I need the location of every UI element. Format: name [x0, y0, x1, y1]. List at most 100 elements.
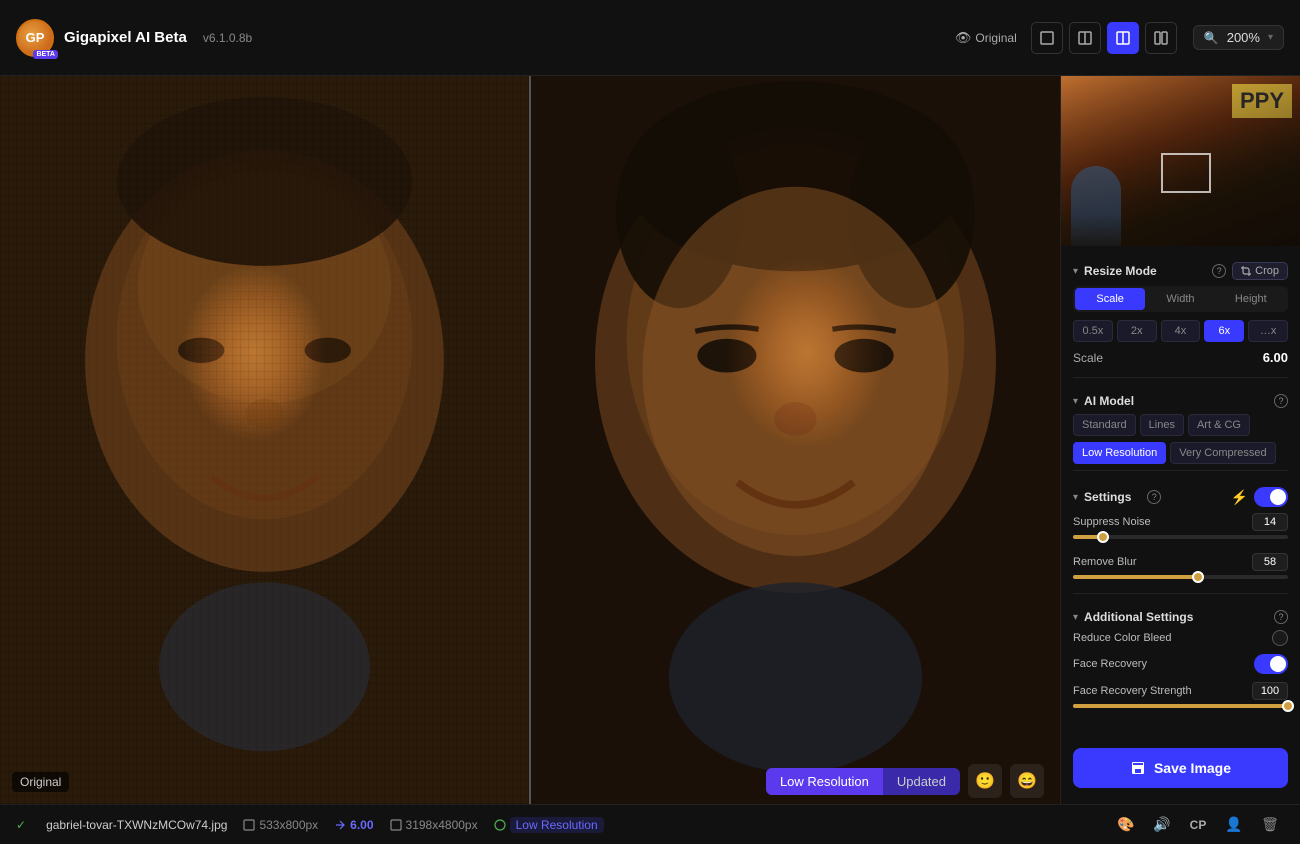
scale-info: 6.00 [334, 818, 373, 832]
color-palette-btn[interactable]: 🎨 [1112, 811, 1140, 839]
ai-model-collapse-icon: ▾ [1073, 396, 1078, 407]
model-standard[interactable]: Standard [1073, 414, 1136, 436]
model-very-compressed[interactable]: Very Compressed [1170, 442, 1275, 464]
additional-settings-section-header[interactable]: ▾ Additional Settings ? [1073, 602, 1288, 630]
app-header: GP BETA Gigapixel AI Beta v6.1.0.8b 👁 Or… [0, 0, 1300, 76]
output-res-info: 3198x4800px [390, 818, 478, 832]
res-icon [243, 819, 255, 831]
view-sidebyside-btn[interactable] [1145, 22, 1177, 54]
file-check-icon: ✓ [16, 818, 26, 832]
settings-title: Settings [1084, 490, 1141, 504]
scale-label: Scale [1073, 351, 1103, 365]
app-logo: GP BETA [16, 19, 54, 57]
additional-settings-help-icon[interactable]: ? [1274, 610, 1288, 624]
file-bar-actions: 🎨 🔊 CP 👤 🗑 [1112, 811, 1284, 839]
file-bar: ✓ gabriel-tovar-TXWNzMCOw74.jpg 533x800p… [0, 804, 1300, 844]
original-label: Original [975, 31, 1016, 45]
reduce-color-bleed-row: Reduce Color Bleed [1073, 630, 1288, 646]
status-pill: Low Resolution Updated [766, 768, 960, 795]
resize-mode-title: Resize Mode [1084, 264, 1206, 278]
lightning-icon: ⚡ [1231, 489, 1248, 506]
crop-label: Crop [1255, 265, 1279, 277]
model-info: Low Resolution [494, 817, 604, 833]
status-model-label: Low Resolution [766, 768, 883, 795]
suppress-noise-track[interactable] [1073, 535, 1288, 539]
reduce-color-bleed-label: Reduce Color Bleed [1073, 632, 1171, 644]
scale-2x[interactable]: 2x [1117, 320, 1157, 342]
resize-mode-collapse-icon: ▾ [1073, 266, 1078, 277]
viewport-indicator [1161, 153, 1211, 193]
zoom-control[interactable]: 🔍 200% ▾ [1193, 25, 1284, 50]
remove-blur-value[interactable]: 58 [1252, 553, 1288, 571]
ai-model-title: AI Model [1084, 394, 1268, 408]
scale-options: 0.5x 2x 4x 6x …x [1073, 320, 1288, 342]
view-single-btn[interactable] [1031, 22, 1063, 54]
output-res-icon [390, 819, 402, 831]
save-icon [1130, 760, 1146, 776]
zoom-value: 200% [1227, 30, 1260, 45]
tab-scale[interactable]: Scale [1075, 288, 1145, 310]
reduce-color-bleed-toggle[interactable] [1272, 630, 1288, 646]
emoji-compare-btn[interactable]: 😄 [1010, 764, 1044, 798]
ai-model-section-header[interactable]: ▾ AI Model ? [1073, 386, 1288, 414]
split-container: Original [0, 76, 1060, 804]
tab-height[interactable]: Height [1216, 288, 1286, 310]
model-options-row2: Low Resolution Very Compressed [1073, 442, 1288, 464]
model-options-row1: Standard Lines Art & CG [1073, 414, 1288, 436]
model-icon [494, 819, 506, 831]
image-area: Original [0, 76, 1060, 804]
suppress-noise-label: Suppress Noise [1073, 516, 1151, 528]
original-image-panel: Original [0, 76, 529, 804]
face-recovery-strength-slider-row: Face Recovery Strength 100 [1073, 682, 1288, 708]
app-version: v6.1.0.8b [203, 31, 252, 45]
remove-blur-slider-row: Remove Blur 58 [1073, 553, 1288, 579]
face-recovery-strength-value[interactable]: 100 [1252, 682, 1288, 700]
file-name: gabriel-tovar-TXWNzMCOw74.jpg [46, 818, 227, 832]
save-image-button[interactable]: Save Image [1073, 748, 1288, 788]
preview-thumbnail: PPY [1061, 76, 1300, 246]
original-eye-icon: 👁 [955, 30, 972, 46]
model-art-cg[interactable]: Art & CG [1188, 414, 1250, 436]
resize-tab-group: Scale Width Height [1073, 286, 1288, 312]
resize-mode-section-header[interactable]: ▾ Resize Mode ? Crop [1073, 254, 1288, 286]
panel-sections: ▾ Resize Mode ? Crop Scale Width Height … [1061, 246, 1300, 738]
original-res-value: 533x800px [259, 818, 318, 832]
emoji-happy-btn[interactable]: 🙂 [968, 764, 1002, 798]
model-low-resolution[interactable]: Low Resolution [1073, 442, 1166, 464]
settings-toggle[interactable] [1254, 487, 1288, 507]
zoom-icon: 🔍 [1204, 31, 1219, 45]
scale-6x[interactable]: 6x [1204, 320, 1244, 342]
settings-section-header[interactable]: ▾ Settings ? ⚡ [1073, 479, 1288, 513]
scale-0.5x[interactable]: 0.5x [1073, 320, 1113, 342]
original-res-info: 533x800px [243, 818, 318, 832]
view-half-btn[interactable] [1069, 22, 1101, 54]
model-lines[interactable]: Lines [1140, 414, 1184, 436]
person-btn[interactable]: 👤 [1220, 811, 1248, 839]
remove-blur-track[interactable] [1073, 575, 1288, 579]
scale-4x[interactable]: 4x [1161, 320, 1201, 342]
compare-btn[interactable]: CP [1184, 811, 1212, 839]
settings-collapse-icon: ▾ [1073, 492, 1078, 503]
face-recovery-strength-track[interactable] [1073, 704, 1288, 708]
right-panel: PPY ▾ Resize Mode ? Crop Scale [1060, 76, 1300, 804]
face-recovery-toggle[interactable] [1254, 654, 1288, 674]
remove-blur-label: Remove Blur [1073, 556, 1137, 568]
scale-custom[interactable]: …x [1248, 320, 1288, 342]
ai-model-help-icon[interactable]: ? [1274, 394, 1288, 408]
scale-value: 6.00 [1263, 350, 1288, 365]
delete-btn[interactable]: 🗑 [1256, 811, 1284, 839]
scale-row: Scale 6.00 [1073, 350, 1288, 365]
zoom-chevron-icon: ▾ [1268, 32, 1273, 43]
face-recovery-strength-label: Face Recovery Strength [1073, 685, 1192, 697]
audio-btn[interactable]: 🔊 [1148, 811, 1176, 839]
view-split-btn[interactable] [1107, 22, 1139, 54]
additional-settings-collapse-icon: ▾ [1073, 612, 1078, 623]
suppress-noise-value[interactable]: 14 [1252, 513, 1288, 531]
beta-badge: BETA [33, 50, 58, 59]
status-updated-label: Updated [883, 768, 960, 795]
settings-help-icon[interactable]: ? [1147, 490, 1161, 504]
resize-mode-help-icon[interactable]: ? [1212, 264, 1226, 278]
crop-button[interactable]: Crop [1232, 262, 1288, 280]
tab-width[interactable]: Width [1145, 288, 1215, 310]
face-recovery-label: Face Recovery [1073, 658, 1147, 670]
